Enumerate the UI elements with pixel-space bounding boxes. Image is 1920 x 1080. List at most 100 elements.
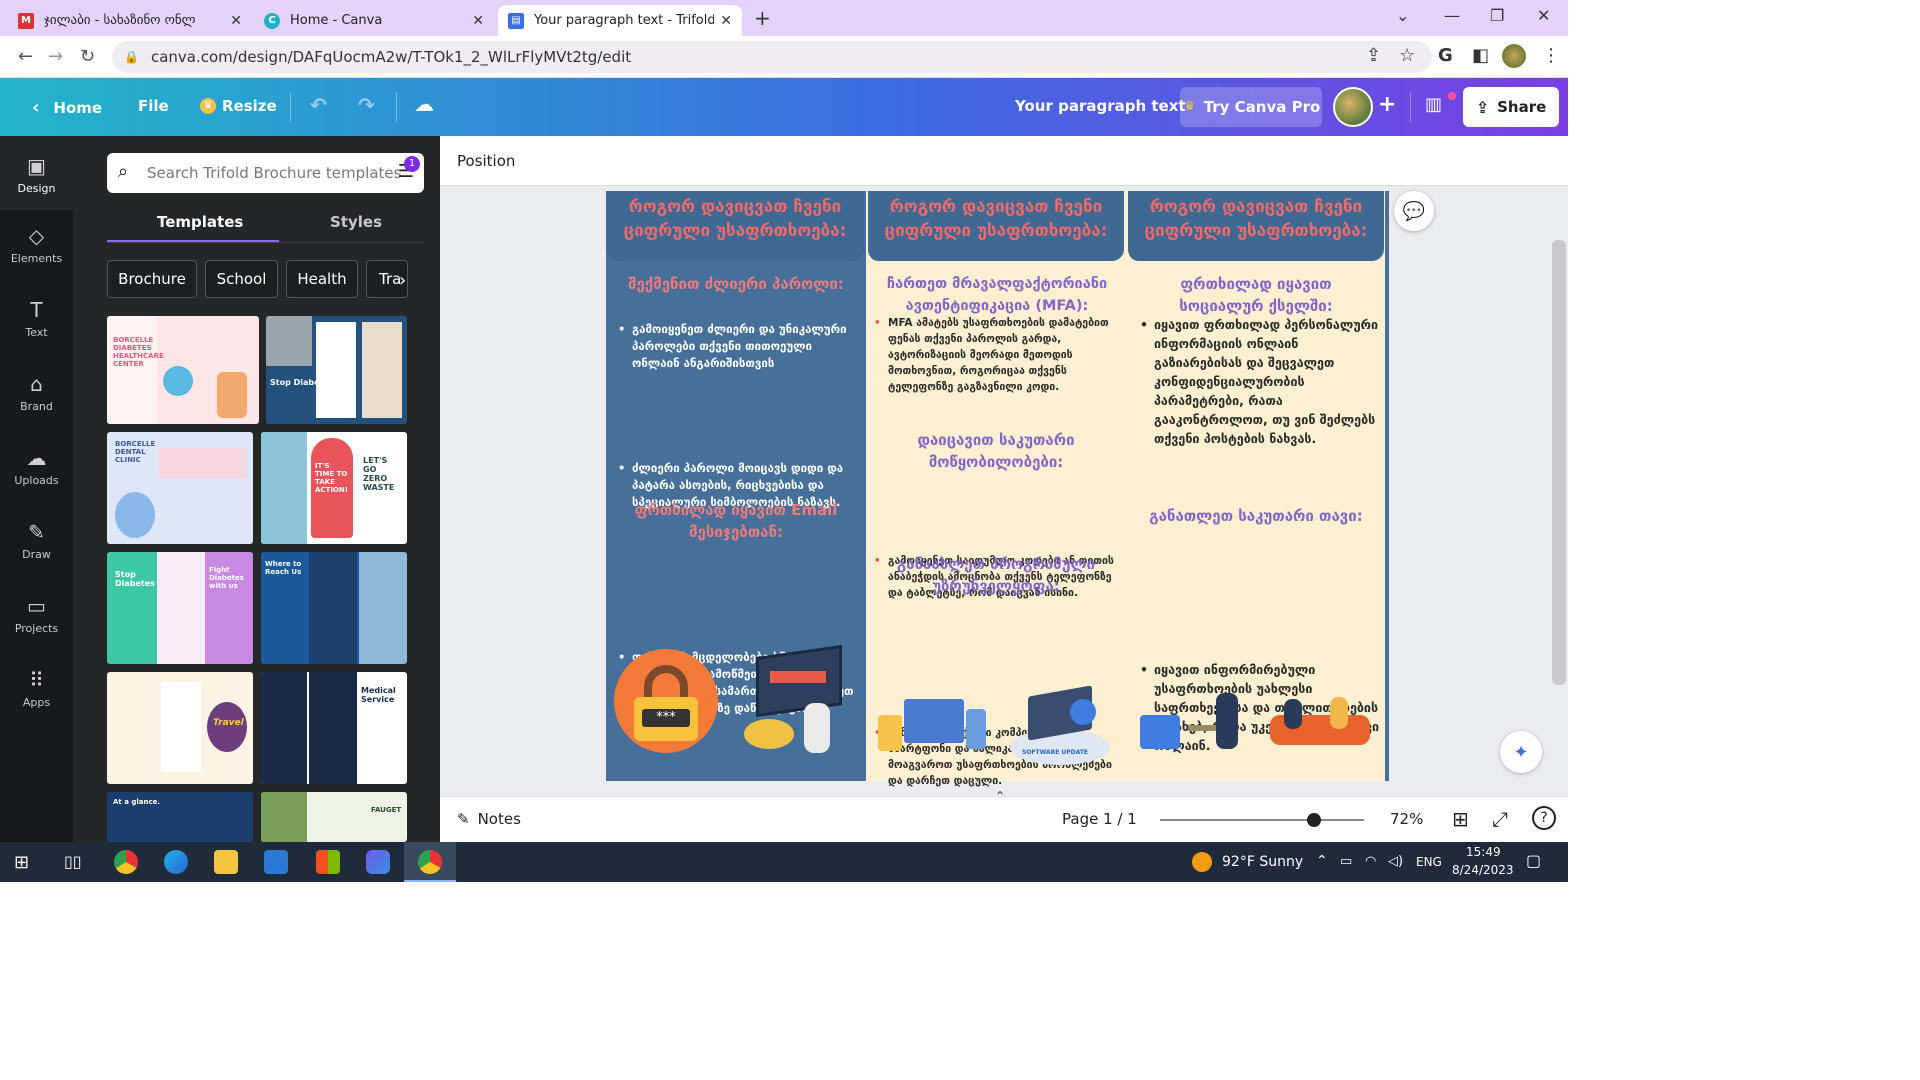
language-indicator[interactable]: ENG (1416, 855, 1442, 869)
rail-item-brand[interactable]: ⌂ Brand (0, 372, 73, 413)
section-title[interactable]: განაახლეთ პროგრამული უზრუნველყოფა: (876, 553, 1116, 597)
undo-icon[interactable]: ↶ (310, 93, 327, 117)
volume-icon[interactable]: ◁) (1388, 854, 1403, 869)
template-thumbnail[interactable]: FAUGET (261, 792, 407, 842)
people-working-illustration[interactable] (1132, 685, 1252, 761)
rail-item-design[interactable]: ▣ Design (0, 136, 73, 210)
notes-button[interactable]: ✎ Notes (457, 810, 521, 828)
template-thumbnail[interactable]: BORCELLE DENTAL CLINIC (107, 432, 253, 544)
close-icon[interactable]: ✕ (472, 13, 484, 29)
app-icon[interactable] (366, 850, 390, 874)
chevron-right-icon[interactable]: › (399, 270, 406, 291)
user-avatar[interactable] (1333, 87, 1373, 127)
chip-brochure[interactable]: Brochure (107, 260, 197, 298)
canvas-scrollbar[interactable] (1552, 240, 1566, 685)
window-close-icon[interactable]: ✕ (1537, 6, 1550, 25)
column-header[interactable]: როგორ დავიცვათ ჩვენი ციფრული უსაფრთხოება… (866, 191, 1124, 261)
back-icon[interactable]: ← (18, 46, 33, 67)
document-title[interactable]: Your paragraph text (1015, 97, 1186, 115)
close-icon[interactable]: ✕ (720, 13, 732, 29)
help-icon[interactable]: ? (1532, 806, 1556, 830)
template-thumbnail[interactable]: Stop Diabetes Fight Diabetes with us (107, 552, 253, 664)
url-field[interactable]: 🔒 canva.com/design/DAFqUocmA2w/T-TOk1_2_… (112, 41, 1432, 73)
zoom-slider-knob[interactable] (1307, 813, 1322, 827)
bookmark-star-icon[interactable]: ☆ (1399, 45, 1415, 66)
column-header[interactable]: როგორ დავიცვათ ჩვენი ციფრული უსაფრთხოება… (1126, 191, 1384, 261)
zoom-slider-track[interactable] (1160, 819, 1364, 821)
mail-icon[interactable] (264, 850, 288, 874)
notifications-icon[interactable]: ▢ (1526, 851, 1541, 870)
chrome-icon[interactable] (114, 850, 138, 874)
section-title[interactable]: დაიცავით საკუთარი მოწყობილობები: (886, 429, 1106, 473)
chip-health[interactable]: Health (286, 260, 358, 298)
template-thumbnail[interactable]: BORCELLE DIABETES HEALTHCARE CENTER (107, 316, 259, 424)
template-thumbnail[interactable]: Where to Reach Us (261, 552, 407, 664)
file-explorer-icon[interactable] (214, 850, 238, 874)
share-page-icon[interactable]: ⇪ (1366, 45, 1381, 66)
new-tab-icon[interactable]: + (754, 6, 771, 30)
forward-icon[interactable]: → (48, 46, 63, 67)
edge-icon[interactable] (164, 850, 188, 874)
rail-item-apps[interactable]: ⠿ Apps (0, 668, 73, 709)
template-thumbnail[interactable]: At a glance. (107, 792, 253, 842)
battery-icon[interactable]: ▭ (1340, 854, 1352, 869)
devices-security-illustration[interactable] (874, 685, 994, 769)
grid-view-icon[interactable]: ⊞ (1452, 807, 1469, 831)
home-button[interactable]: ‹ Home (32, 97, 102, 118)
rail-item-text[interactable]: T Text (0, 298, 73, 339)
template-search-input[interactable]: ⌕ Search Trifold Brochure templates ☰ 1 (107, 153, 424, 193)
rail-item-projects[interactable]: ▭ Projects (0, 594, 73, 635)
position-button[interactable]: Position (457, 152, 515, 170)
browser-menu-icon[interactable]: ⋮ (1542, 45, 1560, 66)
task-view-icon[interactable]: ▯▯ (64, 852, 82, 871)
sidepanel-icon[interactable]: ◧ (1472, 45, 1489, 66)
clock-time[interactable]: 15:49 (1466, 845, 1501, 859)
template-thumbnail[interactable]: Stop Diabetes (266, 316, 407, 424)
resize-button[interactable]: ♛ Resize (200, 97, 277, 115)
clock-date[interactable]: 8/24/2023 (1452, 863, 1514, 877)
page-indicator[interactable]: Page 1 / 1 (1062, 810, 1137, 828)
hacker-computer-illustration[interactable] (734, 643, 858, 759)
bullet-text[interactable]: MFA ამატებს უსაფრთხოების დამატებით ფენას… (874, 315, 1120, 395)
minimize-icon[interactable]: — (1444, 6, 1460, 25)
bullet-text[interactable]: გამოიყენეთ ძლიერი და უნიკალური პაროლები … (618, 321, 856, 372)
tab-gmail[interactable]: M ჯილაბი - სახაზინო ონლ ✕ (8, 5, 252, 36)
section-title[interactable]: ფრთხილად იყავით Email მესიჯებთან: (618, 499, 854, 543)
template-thumbnail[interactable]: IT'S TIME TO TAKE ACTION! LET'S GO ZERO … (261, 432, 407, 544)
tab-templates[interactable]: Templates (157, 213, 243, 231)
file-menu-button[interactable]: File (138, 97, 169, 115)
reload-icon[interactable]: ↻ (80, 46, 95, 67)
add-collaborator-icon[interactable]: + (1378, 92, 1396, 117)
tab-canva-design[interactable]: ▤ Your paragraph text - Trifold Broc ✕ (498, 5, 742, 36)
close-icon[interactable]: ✕ (230, 13, 242, 29)
section-title[interactable]: შექმენით ძლიერი პაროლი: (618, 273, 854, 295)
family-devices-illustration[interactable] (1260, 685, 1380, 761)
tab-styles[interactable]: Styles (330, 213, 382, 231)
add-comment-icon[interactable]: 💬 (1394, 191, 1434, 231)
wifi-icon[interactable]: ◠ (1365, 854, 1376, 869)
rail-item-draw[interactable]: ✎ Draw (0, 520, 73, 561)
section-title[interactable]: ჩართეთ მრავალფაქტორიანი ავთენტიფიკაცია (… (868, 273, 1126, 317)
template-thumbnail[interactable]: Travel (107, 672, 253, 784)
column-header[interactable]: როგორ დავიცვათ ჩვენი ციფრული უსაფრთხოება… (606, 191, 864, 261)
insights-chart-icon[interactable]: ▥ (1425, 94, 1442, 115)
weather-text[interactable]: 92°F Sunny (1222, 854, 1303, 870)
profile-avatar[interactable] (1502, 44, 1526, 68)
tab-canva-home[interactable]: C Home - Canva ✕ (254, 5, 494, 36)
microsoft-store-icon[interactable] (316, 850, 340, 874)
try-canva-pro-button[interactable]: ♛ Try Canva Pro (1180, 87, 1322, 127)
taskbar-active-app[interactable] (404, 842, 456, 882)
rail-item-uploads[interactable]: ☁ Uploads (0, 446, 73, 487)
section-title[interactable]: განათლეთ საკუთარი თავი: (1130, 505, 1382, 527)
chevron-up-icon[interactable]: ⌃ (995, 789, 1005, 803)
chip-school[interactable]: School (205, 260, 278, 298)
chevron-up-icon[interactable]: ⌃ (1316, 853, 1328, 869)
software-update-illustration[interactable]: SOFTWARE UPDATE (1000, 679, 1120, 773)
google-icon[interactable]: G (1438, 45, 1453, 66)
maximize-icon[interactable]: ❐ (1490, 6, 1504, 25)
share-button[interactable]: ⇪ Share (1463, 87, 1559, 127)
rail-item-elements[interactable]: ◇ Elements (0, 224, 73, 265)
fullscreen-icon[interactable]: ⤢ (1492, 807, 1508, 831)
tab-search-chevron-icon[interactable]: ⌄ (1396, 6, 1409, 25)
windows-start-icon[interactable]: ⊞ (14, 852, 29, 873)
